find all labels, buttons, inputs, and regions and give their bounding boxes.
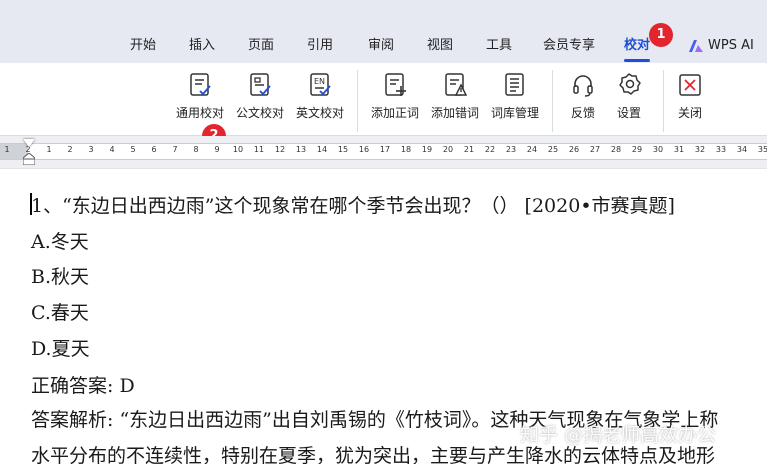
ruler-tick: 30: [652, 145, 664, 154]
ruler-tick: 11: [253, 145, 265, 154]
tab-start[interactable]: 开始: [130, 36, 156, 56]
ruler-tick: 6: [151, 145, 157, 154]
ruler-tick: 28: [610, 145, 622, 154]
official-doc-proofread-button[interactable]: 公文校对: [230, 72, 290, 121]
ruler-tick: 9: [214, 145, 220, 154]
general-proofread-button[interactable]: 通用校对: [170, 72, 230, 121]
ruler-tick: 23: [505, 145, 517, 154]
option-b: B.秋天: [31, 266, 90, 288]
close-label: 关闭: [677, 106, 702, 120]
ruler-tick: 18: [400, 145, 412, 154]
ruler-tick: 1: [4, 145, 10, 154]
option-a: A.冬天: [31, 231, 89, 253]
proofread-ribbon: 通用校对 公文校对 EN 英文校对 添加正词 添加错词 词库管理 反馈 设置 关…: [0, 63, 767, 136]
ruler-tick: 1: [46, 145, 52, 154]
horizontal-ruler[interactable]: 1 2 1 2 3 4 5 6 7 8 9 10 11 12 13 14 15 16 17 18 19 20 21 22 23 2…: [0, 143, 767, 160]
ruler-tick: 12: [274, 145, 286, 154]
official-doc-proofread-icon: [250, 73, 271, 96]
ruler-tick: 17: [379, 145, 391, 154]
ruler-tick: 8: [193, 145, 199, 154]
ruler-tick: 27: [589, 145, 601, 154]
watermark: 知乎 @揭老师高效办公: [520, 424, 717, 446]
ruler-tick: 19: [421, 145, 433, 154]
gear-icon: [619, 73, 641, 95]
lexicon-manage-icon: [505, 73, 524, 96]
add-correct-word-icon: [385, 73, 406, 96]
hanging-indent-marker[interactable]: [23, 153, 35, 165]
ruler-tick: 2: [67, 145, 73, 154]
ruler-tick: 5: [130, 145, 136, 154]
tab-wps-ai[interactable]: WPS AI: [688, 36, 754, 56]
step-badge-1: 1: [649, 23, 673, 47]
ruler-tick: 32: [694, 145, 706, 154]
add-correct-word-label: 添加正词: [370, 106, 419, 120]
question-line: 1、“东边日出西边雨”这个现象常在哪个季节会出现？（） [2020•市赛真题]: [31, 195, 675, 217]
ruler-tick: 16: [358, 145, 370, 154]
ruler-tick: 33: [715, 145, 727, 154]
close-icon: [679, 74, 701, 96]
tab-insert[interactable]: 插入: [189, 36, 215, 56]
ruler-tick: 13: [295, 145, 307, 154]
tab-wps-ai-label: WPS AI: [708, 38, 754, 53]
official-doc-proofread-label: 公文校对: [235, 106, 284, 120]
close-proofread-button[interactable]: 关闭: [660, 72, 720, 121]
ruler-tick: 34: [736, 145, 748, 154]
add-wrong-word-icon: [445, 73, 467, 96]
tab-page[interactable]: 页面: [248, 36, 274, 56]
ruler-tick: 25: [547, 145, 559, 154]
wps-ai-logo-icon: [689, 40, 703, 52]
ruler-tick: 15: [337, 145, 349, 154]
tab-tools[interactable]: 工具: [486, 36, 512, 56]
option-c: C.春天: [31, 302, 89, 324]
settings-button[interactable]: 设置: [599, 72, 659, 121]
english-proofread-icon: EN: [310, 73, 331, 96]
add-wrong-word-label: 添加错词: [430, 106, 479, 120]
general-proofread-icon: [190, 73, 211, 96]
ruler-tick: 4: [109, 145, 115, 154]
correct-answer: 正确答案: D: [31, 375, 135, 397]
horizontal-ruler-area: 1 2 1 2 3 4 5 6 7 8 9 10 11 12 13 14 15 16 17 18 19 20 21 22 23 2…: [0, 136, 767, 168]
english-proofread-label: 英文校对: [295, 106, 344, 120]
ruler-tick: 29: [631, 145, 643, 154]
ruler-tick: 14: [316, 145, 328, 154]
ruler-tick: 35: [757, 145, 767, 154]
tab-proofread[interactable]: 校对: [624, 36, 651, 62]
tab-references[interactable]: 引用: [307, 36, 333, 56]
headset-icon: [573, 75, 593, 97]
lexicon-manage-label: 词库管理: [490, 106, 539, 120]
feedback-label: 反馈: [570, 106, 595, 120]
ruler-tick: 10: [232, 145, 244, 154]
ruler-tick: 21: [463, 145, 475, 154]
ribbon-divider: [357, 70, 358, 132]
ruler-tick: 7: [172, 145, 178, 154]
tab-member[interactable]: 会员专享: [543, 36, 595, 56]
first-line-indent-marker[interactable]: [23, 139, 35, 147]
general-proofread-label: 通用校对: [175, 106, 224, 120]
english-proofread-button[interactable]: EN 英文校对: [290, 72, 350, 121]
ruler-tick: 20: [442, 145, 454, 154]
en-icon-text: EN: [314, 77, 325, 86]
ruler-tick: 24: [526, 145, 538, 154]
add-wrong-word-button[interactable]: 添加错词: [425, 72, 485, 121]
tab-view[interactable]: 视图: [427, 36, 453, 56]
ruler-tick: 22: [484, 145, 496, 154]
lexicon-manage-button[interactable]: 词库管理: [485, 72, 545, 121]
add-correct-word-button[interactable]: 添加正词: [365, 72, 425, 121]
ruler-tick: 31: [673, 145, 685, 154]
ruler-tick: 26: [568, 145, 580, 154]
settings-label: 设置: [616, 106, 641, 120]
tab-review[interactable]: 审阅: [368, 36, 394, 56]
ruler-tick: 3: [88, 145, 94, 154]
option-d: D.夏天: [31, 338, 90, 360]
